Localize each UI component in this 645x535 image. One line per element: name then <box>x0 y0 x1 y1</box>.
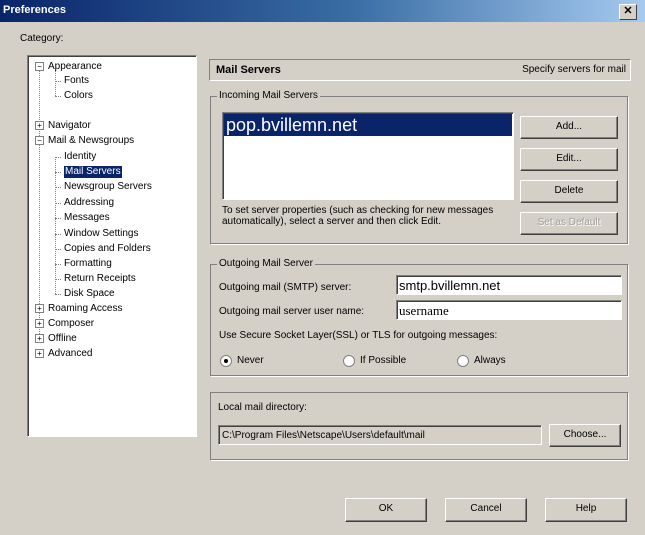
ssl-if-possible-radio[interactable] <box>343 355 355 367</box>
tree-item-copies-folders[interactable]: Copies and Folders <box>64 243 151 255</box>
help-button[interactable]: Help <box>545 498 627 522</box>
category-label: Category: <box>20 33 64 44</box>
ssl-always-radio[interactable] <box>457 355 469 367</box>
help-label: Help <box>575 503 597 514</box>
smtp-user-label: Outgoing mail server user name: <box>219 306 365 317</box>
window-title: Preferences <box>3 4 66 16</box>
outgoing-legend: Outgoing Mail Server <box>217 258 315 269</box>
add-button[interactable]: Add... <box>520 116 618 139</box>
cancel-button[interactable]: Cancel <box>445 498 527 522</box>
tree-item-advanced[interactable]: Advanced <box>48 348 92 360</box>
expand-icon[interactable]: + <box>35 334 44 343</box>
expand-icon[interactable]: + <box>35 304 44 313</box>
ok-label: OK <box>378 503 394 514</box>
tree-item-mail-newsgroups[interactable]: Mail & Newsgroups <box>48 135 134 147</box>
tree-item-appearance[interactable]: Appearance <box>48 61 102 73</box>
tree-item-navigator[interactable]: Navigator <box>48 120 91 132</box>
server-list-item[interactable]: pop.bvillemn.net <box>224 114 512 136</box>
collapse-icon[interactable]: − <box>35 136 44 145</box>
set-default-button[interactable]: Set as Default <box>520 212 618 235</box>
choose-button[interactable]: Choose... <box>549 424 621 447</box>
incoming-hint: To set server properties (such as checki… <box>222 205 494 227</box>
tree-item-disk-space[interactable]: Disk Space <box>64 288 115 300</box>
ssl-never-radio[interactable] <box>220 355 232 367</box>
tree-item-composer[interactable]: Composer <box>48 318 94 330</box>
close-icon: ✕ <box>623 5 633 17</box>
panel-header: Mail Servers Specify servers for mail <box>209 59 631 81</box>
incoming-legend: Incoming Mail Servers <box>217 90 320 101</box>
add-label: Add... <box>555 121 583 132</box>
tree-item-formatting[interactable]: Formatting <box>64 258 112 270</box>
ok-button[interactable]: OK <box>345 498 427 522</box>
tree-item-addressing[interactable]: Addressing <box>64 197 114 209</box>
close-button[interactable]: ✕ <box>619 4 637 20</box>
edit-label: Edit... <box>556 153 582 164</box>
local-directory-label: Local mail directory: <box>218 402 307 413</box>
expand-icon[interactable]: + <box>35 349 44 358</box>
title-bar[interactable]: Preferences ✕ <box>0 0 645 22</box>
radio-dot-icon <box>224 359 228 363</box>
tree-item-identity[interactable]: Identity <box>64 151 96 163</box>
category-tree[interactable]: − Appearance Fonts Colors + Navigator − … <box>27 55 197 437</box>
smtp-server-field[interactable]: smtp.bvillemn.net <box>396 275 622 295</box>
panel-title: Mail Servers <box>216 64 281 76</box>
cancel-label: Cancel <box>470 503 502 514</box>
ssl-always-label[interactable]: Always <box>474 355 506 366</box>
incoming-server-list[interactable]: pop.bvillemn.net <box>222 112 514 200</box>
tree-item-fonts[interactable]: Fonts <box>64 75 89 87</box>
edit-button[interactable]: Edit... <box>520 148 618 171</box>
tree-item-colors[interactable]: Colors <box>64 90 93 102</box>
collapse-icon[interactable]: − <box>35 62 44 71</box>
delete-button[interactable]: Delete <box>520 180 618 203</box>
expand-icon[interactable]: + <box>35 319 44 328</box>
ssl-label: Use Secure Socket Layer(SSL) or TLS for … <box>219 330 498 341</box>
local-directory-field[interactable]: C:\Program Files\Netscape\Users\default\… <box>218 425 542 445</box>
choose-label: Choose... <box>563 429 607 440</box>
smtp-user-field[interactable]: username <box>396 300 622 320</box>
tree-item-return-receipts[interactable]: Return Receipts <box>64 273 136 285</box>
tree-item-newsgroup-servers[interactable]: Newsgroup Servers <box>64 181 152 193</box>
expand-icon[interactable]: + <box>35 121 44 130</box>
tree-item-roaming-access[interactable]: Roaming Access <box>48 303 122 315</box>
ssl-if-possible-label[interactable]: If Possible <box>360 355 406 366</box>
smtp-server-label: Outgoing mail (SMTP) server: <box>219 282 352 293</box>
tree-item-window-settings[interactable]: Window Settings <box>64 228 138 240</box>
tree-item-offline[interactable]: Offline <box>48 333 77 345</box>
delete-label: Delete <box>554 185 584 196</box>
tree-item-mail-servers[interactable]: Mail Servers <box>64 166 122 178</box>
tree-item-messages[interactable]: Messages <box>64 212 110 224</box>
set-default-label: Set as Default <box>537 217 601 228</box>
panel-subtitle: Specify servers for mail <box>522 64 626 75</box>
ssl-never-label[interactable]: Never <box>237 355 264 366</box>
